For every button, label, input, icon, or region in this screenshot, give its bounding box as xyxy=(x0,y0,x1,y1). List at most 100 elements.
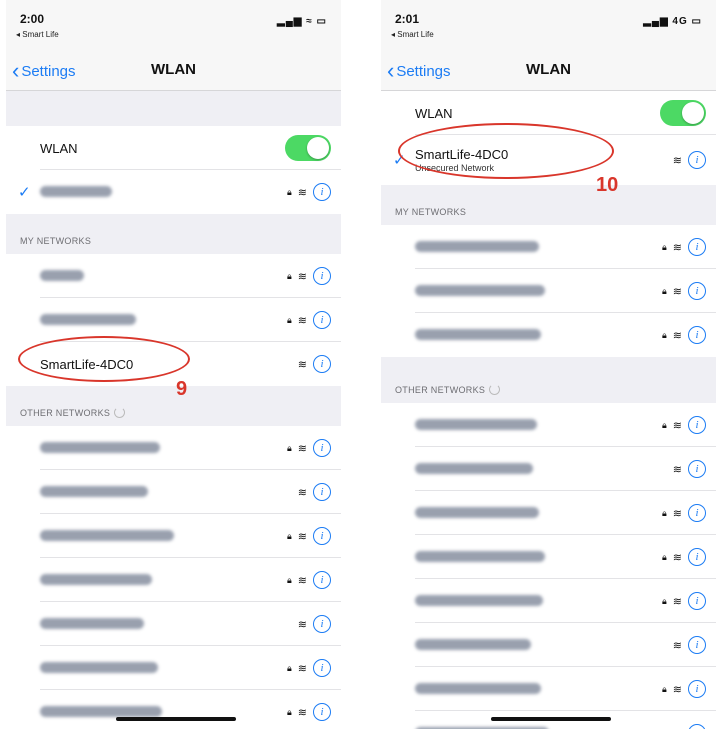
info-icon[interactable]: i xyxy=(313,267,331,285)
back-to-app-link[interactable]: ◂ Smart Life xyxy=(16,30,59,39)
network-row[interactable]: 🔒︎ ≋ i xyxy=(6,514,341,558)
info-icon[interactable]: i xyxy=(688,592,706,610)
lock-icon: 🔒︎ xyxy=(661,683,667,694)
info-icon[interactable]: i xyxy=(688,416,706,434)
status-bar: 2:00 ◂ Smart Life ▂▄▆ ≈ ▭ xyxy=(6,0,341,48)
blurred-network-name xyxy=(40,313,136,325)
network-row[interactable]: ≋ i xyxy=(6,602,341,646)
network-row[interactable]: 🔒︎ ≋ i xyxy=(6,558,341,602)
lock-icon: 🔒︎ xyxy=(286,270,292,281)
network-row[interactable]: ≋ i xyxy=(381,447,716,491)
blurred-network-name xyxy=(415,682,541,694)
info-icon[interactable]: i xyxy=(313,659,331,677)
right-phone-screen: 2:01 ◂ Smart Life ▂▄▆ 4G ▭ ‹ Settings WLA… xyxy=(381,0,716,729)
network-row[interactable]: 🔒︎ ≋ i xyxy=(381,269,716,313)
blurred-network-name xyxy=(415,550,545,562)
info-icon[interactable]: i xyxy=(688,636,706,654)
info-icon[interactable]: i xyxy=(313,183,331,201)
home-indicator[interactable] xyxy=(491,717,611,721)
info-icon[interactable]: i xyxy=(313,703,331,721)
network-row[interactable]: 🔒︎ ≋ i xyxy=(381,535,716,579)
network-name: SmartLife-4DC0 xyxy=(40,356,134,372)
my-networks-header: MY NETWORKS xyxy=(6,214,341,254)
network-row[interactable]: 🔒︎ ≋ i xyxy=(381,667,716,711)
wifi-icon: ≋ xyxy=(672,241,682,254)
blurred-network-name xyxy=(40,661,158,673)
page-title: WLAN xyxy=(526,61,571,78)
network-row[interactable]: 🔒︎ ≋ i xyxy=(6,646,341,690)
info-icon[interactable]: i xyxy=(688,724,706,729)
info-icon[interactable]: i xyxy=(688,680,706,698)
other-networks-list: 🔒︎ ≋ i ≋ i 🔒︎ ≋ i 🔒︎ ≋ i ≋ i 🔒︎ ≋ i 🔒︎ ≋ i xyxy=(6,426,341,729)
lock-icon: 🔒︎ xyxy=(286,530,292,541)
info-icon[interactable]: i xyxy=(313,571,331,589)
wifi-icon: ≋ xyxy=(672,419,682,432)
info-icon[interactable]: i xyxy=(313,311,331,329)
blurred-network-name xyxy=(415,594,543,606)
info-icon[interactable]: i xyxy=(688,548,706,566)
wlan-toggle[interactable] xyxy=(285,135,331,161)
info-icon[interactable]: i xyxy=(688,460,706,478)
wifi-icon: ≋ xyxy=(297,358,307,371)
network-row[interactable]: ≋ i xyxy=(381,623,716,667)
network-row[interactable]: 🔒︎ ≋ i xyxy=(381,225,716,269)
network-row[interactable]: 🔒︎ ≋ i xyxy=(6,298,341,342)
connected-network-row[interactable]: ✓ SmartLife-4DC0 Unsecured Network ≋ i xyxy=(381,135,716,185)
wifi-icon: ≋ xyxy=(672,329,682,342)
info-icon[interactable]: i xyxy=(313,527,331,545)
wifi-icon: ≋ xyxy=(672,507,682,520)
info-icon[interactable]: i xyxy=(688,151,706,169)
status-time: 2:00 xyxy=(20,12,45,26)
network-row[interactable]: 🔒︎ ≋ i xyxy=(6,254,341,298)
blurred-network-name xyxy=(415,418,537,430)
wlan-toggle-row: WLAN xyxy=(6,126,341,170)
step-number-9: 9 xyxy=(176,378,188,400)
home-indicator[interactable] xyxy=(116,717,236,721)
network-row[interactable]: ≋ i xyxy=(6,470,341,514)
blurred-network-name xyxy=(40,617,144,629)
check-icon: ✓ xyxy=(18,184,31,201)
wlan-toggle[interactable] xyxy=(660,100,706,126)
wifi-icon: ≋ xyxy=(672,683,682,696)
blurred-network-name xyxy=(40,185,112,197)
info-icon[interactable]: i xyxy=(688,238,706,256)
info-icon[interactable]: i xyxy=(688,282,706,300)
back-to-app-link[interactable]: ◂ Smart Life xyxy=(391,30,434,39)
lock-icon: 🔒︎ xyxy=(286,662,292,673)
blurred-network-name xyxy=(40,269,84,281)
lock-icon: 🔒︎ xyxy=(661,595,667,606)
blurred-network-name xyxy=(415,284,545,296)
info-icon[interactable]: i xyxy=(688,326,706,344)
nav-bar: ‹ Settings WLAN xyxy=(381,48,716,91)
status-time: 2:01 xyxy=(395,12,420,26)
wifi-icon: ≋ xyxy=(297,618,307,631)
network-row[interactable]: 🔒︎ ≋ i xyxy=(381,313,716,357)
spinner-icon xyxy=(489,384,501,395)
blurred-network-name xyxy=(415,462,533,474)
blurred-network-name xyxy=(415,328,541,340)
network-row[interactable]: 🔒︎ ≋ i xyxy=(381,579,716,623)
lock-icon: 🔒︎ xyxy=(661,419,667,430)
network-row[interactable]: 🔒︎ ≋ i xyxy=(6,690,341,729)
wlan-label: WLAN xyxy=(40,140,78,156)
network-row-smartlife[interactable]: SmartLife-4DC0 ≋ i xyxy=(6,342,341,386)
info-icon[interactable]: i xyxy=(313,483,331,501)
status-bar: 2:01 ◂ Smart Life ▂▄▆ 4G ▭ xyxy=(381,0,716,48)
wifi-icon: ≋ xyxy=(297,662,307,675)
network-row[interactable]: 🔒︎ ≋ i xyxy=(6,426,341,470)
lock-icon: 🔒︎ xyxy=(661,285,667,296)
network-row[interactable]: 🔒︎ ≋ i xyxy=(381,403,716,447)
info-icon[interactable]: i xyxy=(313,439,331,457)
wifi-icon: ≋ xyxy=(297,314,307,327)
blurred-network-name xyxy=(40,573,152,585)
info-icon[interactable]: i xyxy=(313,355,331,373)
wifi-icon: ≋ xyxy=(297,442,307,455)
connected-network-row[interactable]: ✓ 🔒︎ ≋ i xyxy=(6,170,341,214)
info-icon[interactable]: i xyxy=(688,504,706,522)
blurred-network-name xyxy=(415,240,539,252)
wlan-toggle-group: WLAN ✓ 🔒︎ ≋ i xyxy=(6,126,341,214)
network-row[interactable]: 🔒︎ ≋ i xyxy=(381,491,716,535)
info-icon[interactable]: i xyxy=(313,615,331,633)
blurred-network-name xyxy=(40,529,174,541)
blurred-network-name xyxy=(40,485,148,497)
